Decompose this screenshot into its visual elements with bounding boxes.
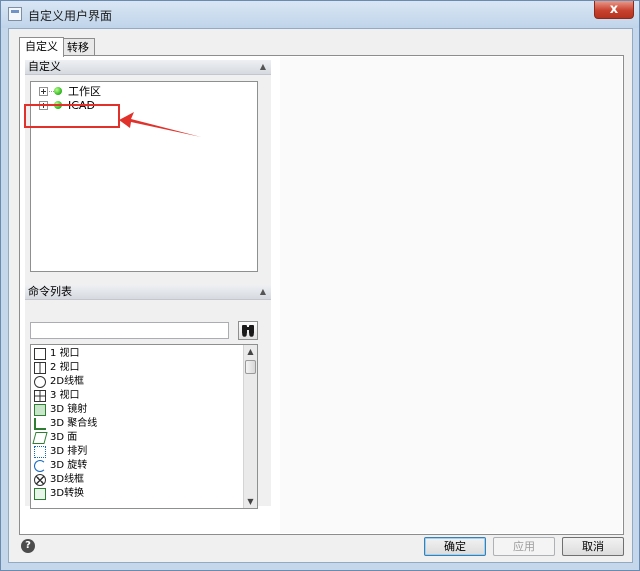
- command-list-scrollbar[interactable]: ▲ ▼: [243, 345, 257, 508]
- command-list[interactable]: 1 视口 2 视口 2D线框 3 视口 3D 镜射 3D 聚合线 3D 面 3D…: [30, 344, 258, 509]
- apply-button[interactable]: 应用: [493, 537, 555, 556]
- 3d-polyline-icon: [34, 418, 46, 430]
- find-button[interactable]: [238, 321, 258, 340]
- tree-node-label: 工作区: [68, 85, 101, 98]
- command-label: 3D线框: [50, 474, 85, 485]
- command-label: 2D线框: [50, 376, 85, 387]
- 3d-array-icon: [34, 446, 46, 458]
- highlight-box: [24, 104, 120, 128]
- command-list-group-title: 命令列表: [28, 285, 72, 298]
- expand-plus-icon[interactable]: [39, 87, 48, 96]
- cancel-button[interactable]: 取消: [562, 537, 624, 556]
- tab-transfer[interactable]: 转移: [61, 38, 95, 56]
- command-label: 3D 聚合线: [50, 418, 98, 429]
- list-item[interactable]: 3D 排列: [34, 445, 239, 459]
- 3d-face-icon: [32, 432, 48, 444]
- properties-pane: [280, 57, 622, 533]
- list-item[interactable]: 3D线框: [34, 473, 239, 487]
- command-search-input[interactable]: [30, 322, 229, 339]
- list-item[interactable]: 3D 旋转: [34, 459, 239, 473]
- collapse-arrow-icon[interactable]: ▲: [260, 285, 266, 299]
- ok-button[interactable]: 确定: [424, 537, 486, 556]
- customize-group-title: 自定义: [28, 60, 61, 73]
- list-item[interactable]: 1 视口: [34, 347, 239, 361]
- command-label: 2 视口: [50, 362, 80, 373]
- 3d-wireframe-icon: [34, 474, 46, 486]
- command-label: 3D 面: [50, 432, 78, 443]
- green-status-dot-icon: [54, 87, 62, 95]
- binoculars-icon: [242, 325, 254, 337]
- window-app-icon: [8, 7, 22, 21]
- command-label: 1 视口: [50, 348, 80, 359]
- scroll-down-arrow-icon[interactable]: ▼: [244, 495, 257, 508]
- customize-group-header[interactable]: 自定义 ▲: [25, 60, 271, 75]
- two-viewport-icon: [34, 362, 46, 374]
- list-item[interactable]: 3D 镜射: [34, 403, 239, 417]
- list-item[interactable]: 3D 面: [32, 431, 239, 445]
- window-title: 自定义用户界面: [28, 9, 113, 23]
- 3d-mirror-icon: [34, 404, 46, 416]
- scroll-thumb[interactable]: [245, 360, 256, 374]
- list-item[interactable]: 2 视口: [34, 361, 239, 375]
- 3d-rotate-icon: [34, 460, 46, 472]
- command-list-group-header[interactable]: 命令列表 ▲: [25, 285, 271, 300]
- list-item[interactable]: 3 视口: [34, 389, 239, 403]
- list-item[interactable]: 3D转换: [34, 487, 239, 501]
- scroll-up-arrow-icon[interactable]: ▲: [244, 345, 257, 358]
- collapse-arrow-icon[interactable]: ▲: [260, 60, 266, 74]
- single-viewport-icon: [34, 348, 46, 360]
- command-label: 3D 镜射: [50, 404, 88, 415]
- three-viewport-icon: [34, 390, 46, 402]
- command-label: 3D转换: [50, 488, 85, 499]
- command-label: 3 视口: [50, 390, 80, 401]
- command-label: 3D 排列: [50, 446, 88, 457]
- help-icon[interactable]: ?: [21, 539, 35, 553]
- list-item[interactable]: 2D线框: [34, 375, 239, 389]
- title-bar[interactable]: 自定义用户界面 x: [1, 1, 639, 28]
- command-label: 3D 旋转: [50, 460, 88, 471]
- tab-customize[interactable]: 自定义: [19, 37, 64, 57]
- dialog-window: 自定义用户界面 x 自定义 转移 自定义 ▲ 工作区 ICAD 命令列表 ▲ 1…: [0, 0, 640, 571]
- 3d-convert-icon: [34, 488, 46, 500]
- close-button[interactable]: x: [594, 1, 634, 19]
- list-item[interactable]: 3D 聚合线: [34, 417, 239, 431]
- 2d-wireframe-icon: [34, 376, 46, 388]
